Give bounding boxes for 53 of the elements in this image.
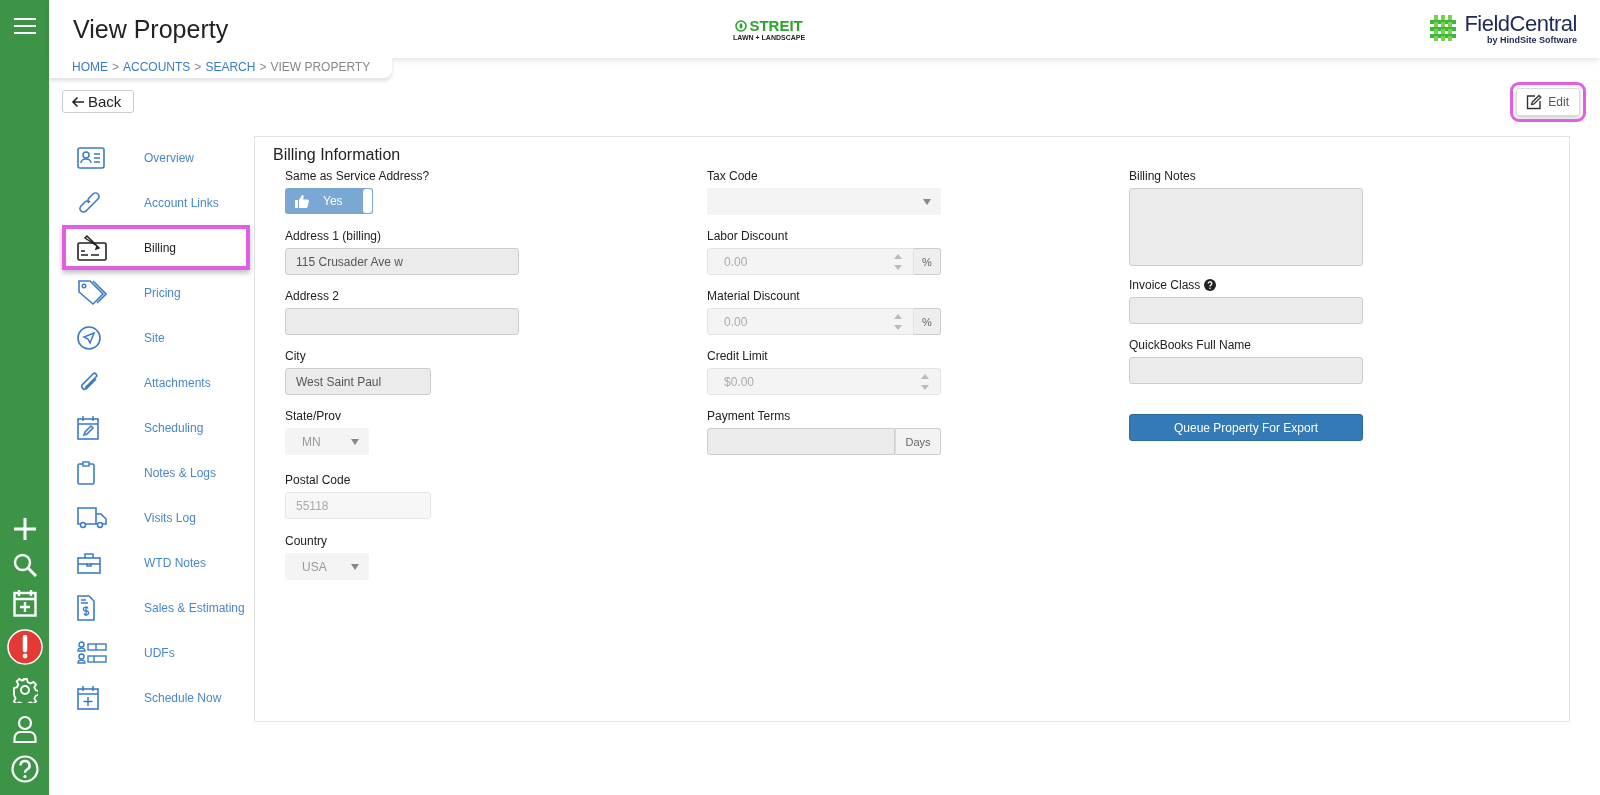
nav-item[interactable]: WTD Notes xyxy=(62,540,250,585)
unit-addon: Days xyxy=(895,428,941,455)
nav-item[interactable]: Notes & Logs xyxy=(62,450,250,495)
nav-item[interactable]: Billing xyxy=(62,225,250,270)
breadcrumb-separator: > xyxy=(112,60,119,74)
breadcrumb-separator: > xyxy=(194,60,202,74)
field-label: State/Prov xyxy=(285,409,342,423)
field-label: Country xyxy=(285,534,328,548)
field-label: Invoice Class xyxy=(1129,278,1201,292)
toggle-switch[interactable]: Yes xyxy=(285,188,373,214)
breadcrumb-link[interactable]: ACCOUNTS xyxy=(123,60,191,74)
vendor-name: FieldCentral xyxy=(1464,13,1577,35)
number-field[interactable]: 0.00 xyxy=(707,248,914,275)
breadcrumb-link[interactable]: HOME xyxy=(72,60,108,74)
number-field[interactable]: $0.00 xyxy=(707,368,941,395)
back-button[interactable]: Back xyxy=(62,90,135,113)
dropdown-field[interactable]: USA xyxy=(285,553,369,580)
field-label: QuickBooks Full Name xyxy=(1129,338,1252,352)
field-label: Material Discount xyxy=(707,289,800,303)
nav-item[interactable]: Sales & Estimating xyxy=(62,585,250,630)
nav-item[interactable]: Scheduling xyxy=(62,405,250,450)
nav-item[interactable]: Site xyxy=(62,315,250,360)
field-label: Payment Terms xyxy=(707,409,791,423)
text-field[interactable]: West Saint Paul xyxy=(285,368,431,395)
nav-item[interactable]: Account Links xyxy=(62,180,250,225)
field-label: Address 2 xyxy=(285,289,340,303)
nav-item[interactable]: Schedule Now xyxy=(62,675,250,720)
page-title: View Property xyxy=(73,14,230,44)
nav-item[interactable]: Overview xyxy=(62,135,250,180)
breadcrumb-current: VIEW PROPERTY xyxy=(270,60,371,74)
unit-addon: % xyxy=(914,308,941,335)
field-label: Labor Discount xyxy=(707,229,788,243)
field-label: Tax Code xyxy=(707,169,758,183)
field-label: Billing Notes xyxy=(1129,169,1196,183)
number-field[interactable]: 0.00 xyxy=(707,308,914,335)
nav-item[interactable]: Visits Log xyxy=(62,495,250,540)
breadcrumb-link[interactable]: SEARCH xyxy=(205,60,256,74)
dropdown-field[interactable]: MN xyxy=(285,428,369,455)
nav-item[interactable]: Pricing xyxy=(62,270,250,315)
nav-item[interactable]: Attachments xyxy=(62,360,250,405)
field-label: Postal Code xyxy=(285,473,351,487)
brand-name: STREIT xyxy=(749,17,803,34)
field-label: Same as Service Address? xyxy=(285,169,430,183)
unit-addon: % xyxy=(914,248,941,275)
section-title: Billing Information xyxy=(273,146,402,164)
field-label: Credit Limit xyxy=(707,349,768,363)
queue-export-button[interactable]: Queue Property For Export xyxy=(1129,414,1363,441)
vendor-tagline: by HindSite Software xyxy=(1487,35,1577,45)
field-label: City xyxy=(285,349,306,363)
text-field[interactable]: 115 Crusader Ave w xyxy=(285,248,519,275)
field-label: Address 1 (billing) xyxy=(285,229,382,243)
nav-item[interactable]: UDFs xyxy=(62,630,250,675)
breadcrumb-separator: > xyxy=(259,60,267,74)
